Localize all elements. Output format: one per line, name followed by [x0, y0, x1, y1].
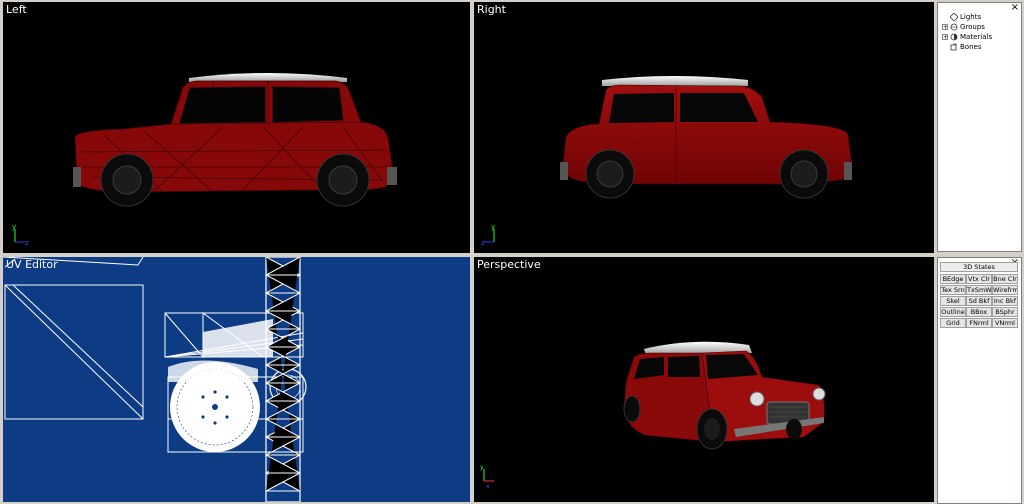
bedge-toggle[interactable]: BEdge	[940, 274, 966, 284]
tree-item-groups[interactable]: + Groups	[942, 22, 985, 32]
car-side-left-render: y z	[12, 73, 397, 247]
bsphr-toggle[interactable]: BSphr	[992, 307, 1018, 317]
axis-gizmo-left: y z	[12, 223, 29, 247]
light-icon	[950, 13, 958, 21]
scene-tree-panel: × Lights + Groups + Materials Bones	[937, 2, 1022, 252]
svg-text:y: y	[491, 223, 495, 231]
car-perspective-render: y x	[480, 341, 826, 490]
uv-map-wireframe	[3, 257, 307, 502]
close-tree-panel-button[interactable]: ×	[1011, 3, 1019, 13]
3d-states-header-button[interactable]: 3D States	[940, 262, 1018, 272]
inc-bkf-toggle[interactable]: Inc Bkf	[992, 296, 1018, 306]
left-viewport[interactable]: Left y z	[3, 2, 470, 253]
groups-icon	[950, 23, 958, 31]
tree-item-label: Materials	[960, 33, 993, 41]
tree-item-materials[interactable]: + Materials	[942, 32, 992, 42]
outline-toggle[interactable]: Outline	[940, 307, 966, 317]
perspective-viewport[interactable]: Perspective y x	[474, 257, 934, 502]
viewport-title-right: Right	[477, 3, 506, 16]
svg-text:z: z	[481, 239, 485, 247]
viewport-title-perspective: Perspective	[477, 258, 541, 271]
axis-gizmo-perspective: y x	[480, 464, 494, 490]
car-side-right-render: y z	[481, 76, 853, 247]
sd-bkf-toggle[interactable]: Sd Bkf	[966, 296, 992, 306]
materials-icon	[950, 33, 958, 41]
vtx-clr-toggle[interactable]: Vtx Clr	[966, 274, 992, 284]
right-viewport[interactable]: Right y z	[474, 2, 934, 253]
tree-item-label: Lights	[960, 13, 982, 21]
skel-toggle[interactable]: Skel	[940, 296, 966, 306]
svg-text:y: y	[12, 223, 16, 231]
axis-gizmo-right: y z	[481, 223, 495, 247]
wireframe-toggle[interactable]: Wirefrme	[992, 285, 1018, 295]
uv-editor-viewport[interactable]: UV Editor	[3, 257, 470, 502]
expand-materials-icon[interactable]: +	[942, 34, 948, 41]
svg-text:y: y	[480, 464, 484, 471]
fnrml-toggle[interactable]: FNrml	[966, 318, 992, 328]
viewport-title-uv: UV Editor	[6, 258, 58, 271]
3d-states-panel: × 3D States BEdge Vtx Clr Bne Clr Tex Sr…	[937, 257, 1022, 504]
tree-item-label: Groups	[960, 23, 985, 31]
viewport-title-left: Left	[6, 3, 27, 16]
bones-icon	[950, 43, 957, 51]
tex-srn-toggle[interactable]: Tex Srn	[940, 285, 966, 295]
tree-item-label: Bones	[960, 43, 982, 51]
bne-clr-toggle[interactable]: Bne Clr	[992, 274, 1018, 284]
tree-item-bones[interactable]: Bones	[942, 42, 981, 52]
vnrml-toggle[interactable]: VNrml	[992, 318, 1018, 328]
bbox-toggle[interactable]: BBox	[966, 307, 992, 317]
txsmwr-toggle[interactable]: TxSmWr	[966, 285, 992, 295]
svg-text:x: x	[486, 483, 490, 490]
tree-item-lights[interactable]: Lights	[942, 12, 981, 22]
svg-text:z: z	[25, 239, 29, 247]
expand-groups-icon[interactable]: +	[942, 24, 948, 31]
grid-toggle[interactable]: Grid	[940, 318, 966, 328]
